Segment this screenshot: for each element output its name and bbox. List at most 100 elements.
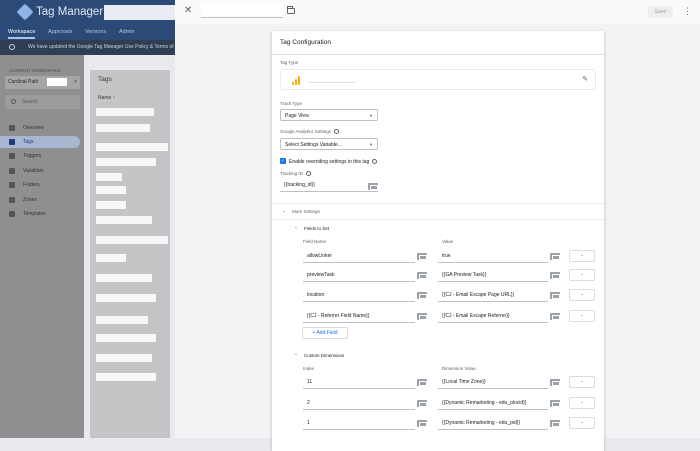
field-name-input[interactable]: {{CJ - Referrer Field Name}}	[303, 310, 415, 323]
variable-picker-icon[interactable]	[368, 183, 378, 190]
fields-to-set-toggle[interactable]: Fields to Set	[304, 226, 329, 231]
sidebar-item-variables[interactable]: Variables	[0, 165, 84, 177]
pencil-icon[interactable]: ✎	[582, 75, 588, 83]
field-value-input[interactable]: {{GA Preview Task}}	[438, 269, 548, 282]
help-icon[interactable]	[372, 159, 378, 164]
sidebar-search[interactable]: Search	[5, 95, 80, 109]
tab-workspace[interactable]: Workspace	[8, 29, 36, 39]
variable-picker-icon[interactable]	[550, 400, 560, 407]
list-item[interactable]	[96, 254, 126, 262]
list-item[interactable]	[96, 108, 154, 116]
remove-row-button[interactable]: -	[569, 376, 595, 388]
tag-type-selector[interactable]: ✎	[280, 69, 596, 90]
tag-name-input[interactable]	[201, 3, 283, 18]
variable-picker-icon[interactable]	[550, 420, 560, 427]
override-checkbox[interactable]: ✓	[280, 158, 286, 164]
list-item[interactable]	[96, 274, 152, 282]
tracking-id-value: {{tracking_id}}	[284, 182, 315, 188]
field-name-input[interactable]: previewTask	[303, 269, 415, 282]
save-button[interactable]: Save	[648, 6, 673, 18]
tab-versions[interactable]: Versions	[85, 29, 106, 35]
folder-icon[interactable]	[287, 6, 295, 14]
sidebar-item-overview[interactable]: Overview	[0, 122, 84, 134]
list-item[interactable]	[96, 373, 156, 381]
workspace-selector[interactable]: Cardinal Path >	[5, 76, 80, 89]
dimension-value-input[interactable]: {{Dynamic Remarketing - edu_pid}}	[438, 417, 548, 430]
remove-row-button[interactable]: -	[569, 289, 595, 301]
tag-configuration-card: Tag Configuration Tag Type ✎ Track Type …	[272, 31, 604, 451]
list-item[interactable]	[96, 173, 122, 181]
help-icon[interactable]	[305, 171, 311, 176]
dimension-value-input[interactable]: {{Dynamic Remarketing - edu_plocid}}	[438, 397, 548, 410]
variable-picker-icon[interactable]	[417, 420, 427, 427]
list-item[interactable]	[96, 334, 156, 342]
chevron-down-icon[interactable]: ⌄	[282, 208, 286, 214]
variable-picker-icon[interactable]	[417, 313, 427, 320]
list-item[interactable]	[96, 354, 152, 362]
variable-picker-icon[interactable]	[550, 313, 560, 320]
variable-picker-icon[interactable]	[550, 272, 560, 279]
list-item[interactable]	[96, 186, 126, 194]
dimension-index-input[interactable]: 11	[303, 376, 415, 389]
ga-settings-value: Select Settings Variable...	[285, 142, 342, 148]
name-column-header[interactable]: Name ↑	[98, 95, 115, 101]
chevron-down-icon[interactable]: ⌄	[294, 224, 298, 230]
more-settings-toggle[interactable]: More Settings	[292, 209, 320, 214]
variable-picker-icon[interactable]	[417, 253, 427, 260]
cell-text: 1	[307, 420, 310, 426]
sidebar-item-templates[interactable]: Templates	[0, 208, 84, 220]
gtm-logo-icon	[16, 3, 34, 21]
list-item[interactable]	[96, 216, 152, 224]
index-header: Index	[303, 366, 315, 371]
field-name-input[interactable]: allowLinker	[303, 250, 415, 263]
list-item[interactable]	[96, 316, 148, 324]
sidebar-item-tags[interactable]: Tags	[0, 136, 80, 148]
dimension-value-header: Dimension Value	[442, 366, 476, 371]
field-value-input[interactable]: true	[438, 250, 548, 263]
list-item[interactable]	[96, 236, 168, 244]
sidebar-item-zones[interactable]: Zones	[0, 194, 84, 206]
track-type-select[interactable]: Page View ▼	[280, 109, 378, 121]
variable-picker-icon[interactable]	[417, 400, 427, 407]
variable-picker-icon[interactable]	[417, 272, 427, 279]
remove-row-button[interactable]: -	[569, 250, 595, 262]
list-item[interactable]	[96, 201, 126, 209]
sidebar-item-label: Templates	[23, 211, 46, 217]
variable-picker-icon[interactable]	[417, 292, 427, 299]
field-value-input[interactable]: {{CJ - Email Escape Referrer}}	[438, 310, 548, 323]
sidebar-item-triggers[interactable]: Triggers	[0, 150, 84, 162]
help-icon[interactable]	[334, 129, 340, 134]
override-label: Enable overriding settings in this tag	[289, 159, 378, 165]
dimension-index-input[interactable]: 2	[303, 397, 415, 410]
remove-row-button[interactable]: -	[569, 397, 595, 409]
cell-text: {{Dynamic Remarketing - edu_plocid}}	[442, 400, 527, 406]
field-name-input[interactable]: location	[303, 289, 415, 302]
list-item[interactable]	[96, 294, 156, 302]
tracking-id-field[interactable]: {{tracking_id}}	[280, 179, 378, 192]
dimension-index-input[interactable]: 1	[303, 417, 415, 430]
chevron-down-icon[interactable]: ⌄	[294, 351, 298, 357]
tab-approvals[interactable]: Approvals	[48, 29, 72, 35]
variable-picker-icon[interactable]	[550, 292, 560, 299]
variable-picker-icon[interactable]	[550, 379, 560, 386]
close-icon[interactable]: ✕	[184, 5, 192, 16]
tab-admin[interactable]: Admin	[119, 29, 135, 35]
more-vert-icon[interactable]: ⋮	[683, 6, 692, 17]
sidebar-item-folders[interactable]: Folders	[0, 179, 84, 191]
field-value-input[interactable]: {{CJ - Email Escape Page URL}}	[438, 289, 548, 302]
dimension-value-input[interactable]: {{Local Time Zone}}	[438, 376, 548, 389]
variable-picker-icon[interactable]	[417, 379, 427, 386]
list-item[interactable]	[96, 158, 156, 166]
remove-row-button[interactable]: -	[569, 417, 595, 429]
remove-row-button[interactable]: -	[569, 269, 595, 281]
cell-text: {{CJ - Email Escape Referrer}}	[442, 313, 510, 319]
list-item[interactable]	[96, 124, 150, 132]
variable-picker-icon[interactable]	[550, 253, 560, 260]
custom-dimensions-toggle[interactable]: Custom Dimensions	[304, 353, 344, 358]
list-item[interactable]	[96, 143, 168, 151]
remove-row-button[interactable]: -	[569, 310, 595, 322]
card-title: Tag Configuration	[280, 39, 331, 46]
add-field-button[interactable]: + Add Field	[302, 327, 348, 339]
account-selector[interactable]	[104, 5, 184, 20]
ga-settings-select[interactable]: Select Settings Variable... ▼	[280, 138, 378, 150]
